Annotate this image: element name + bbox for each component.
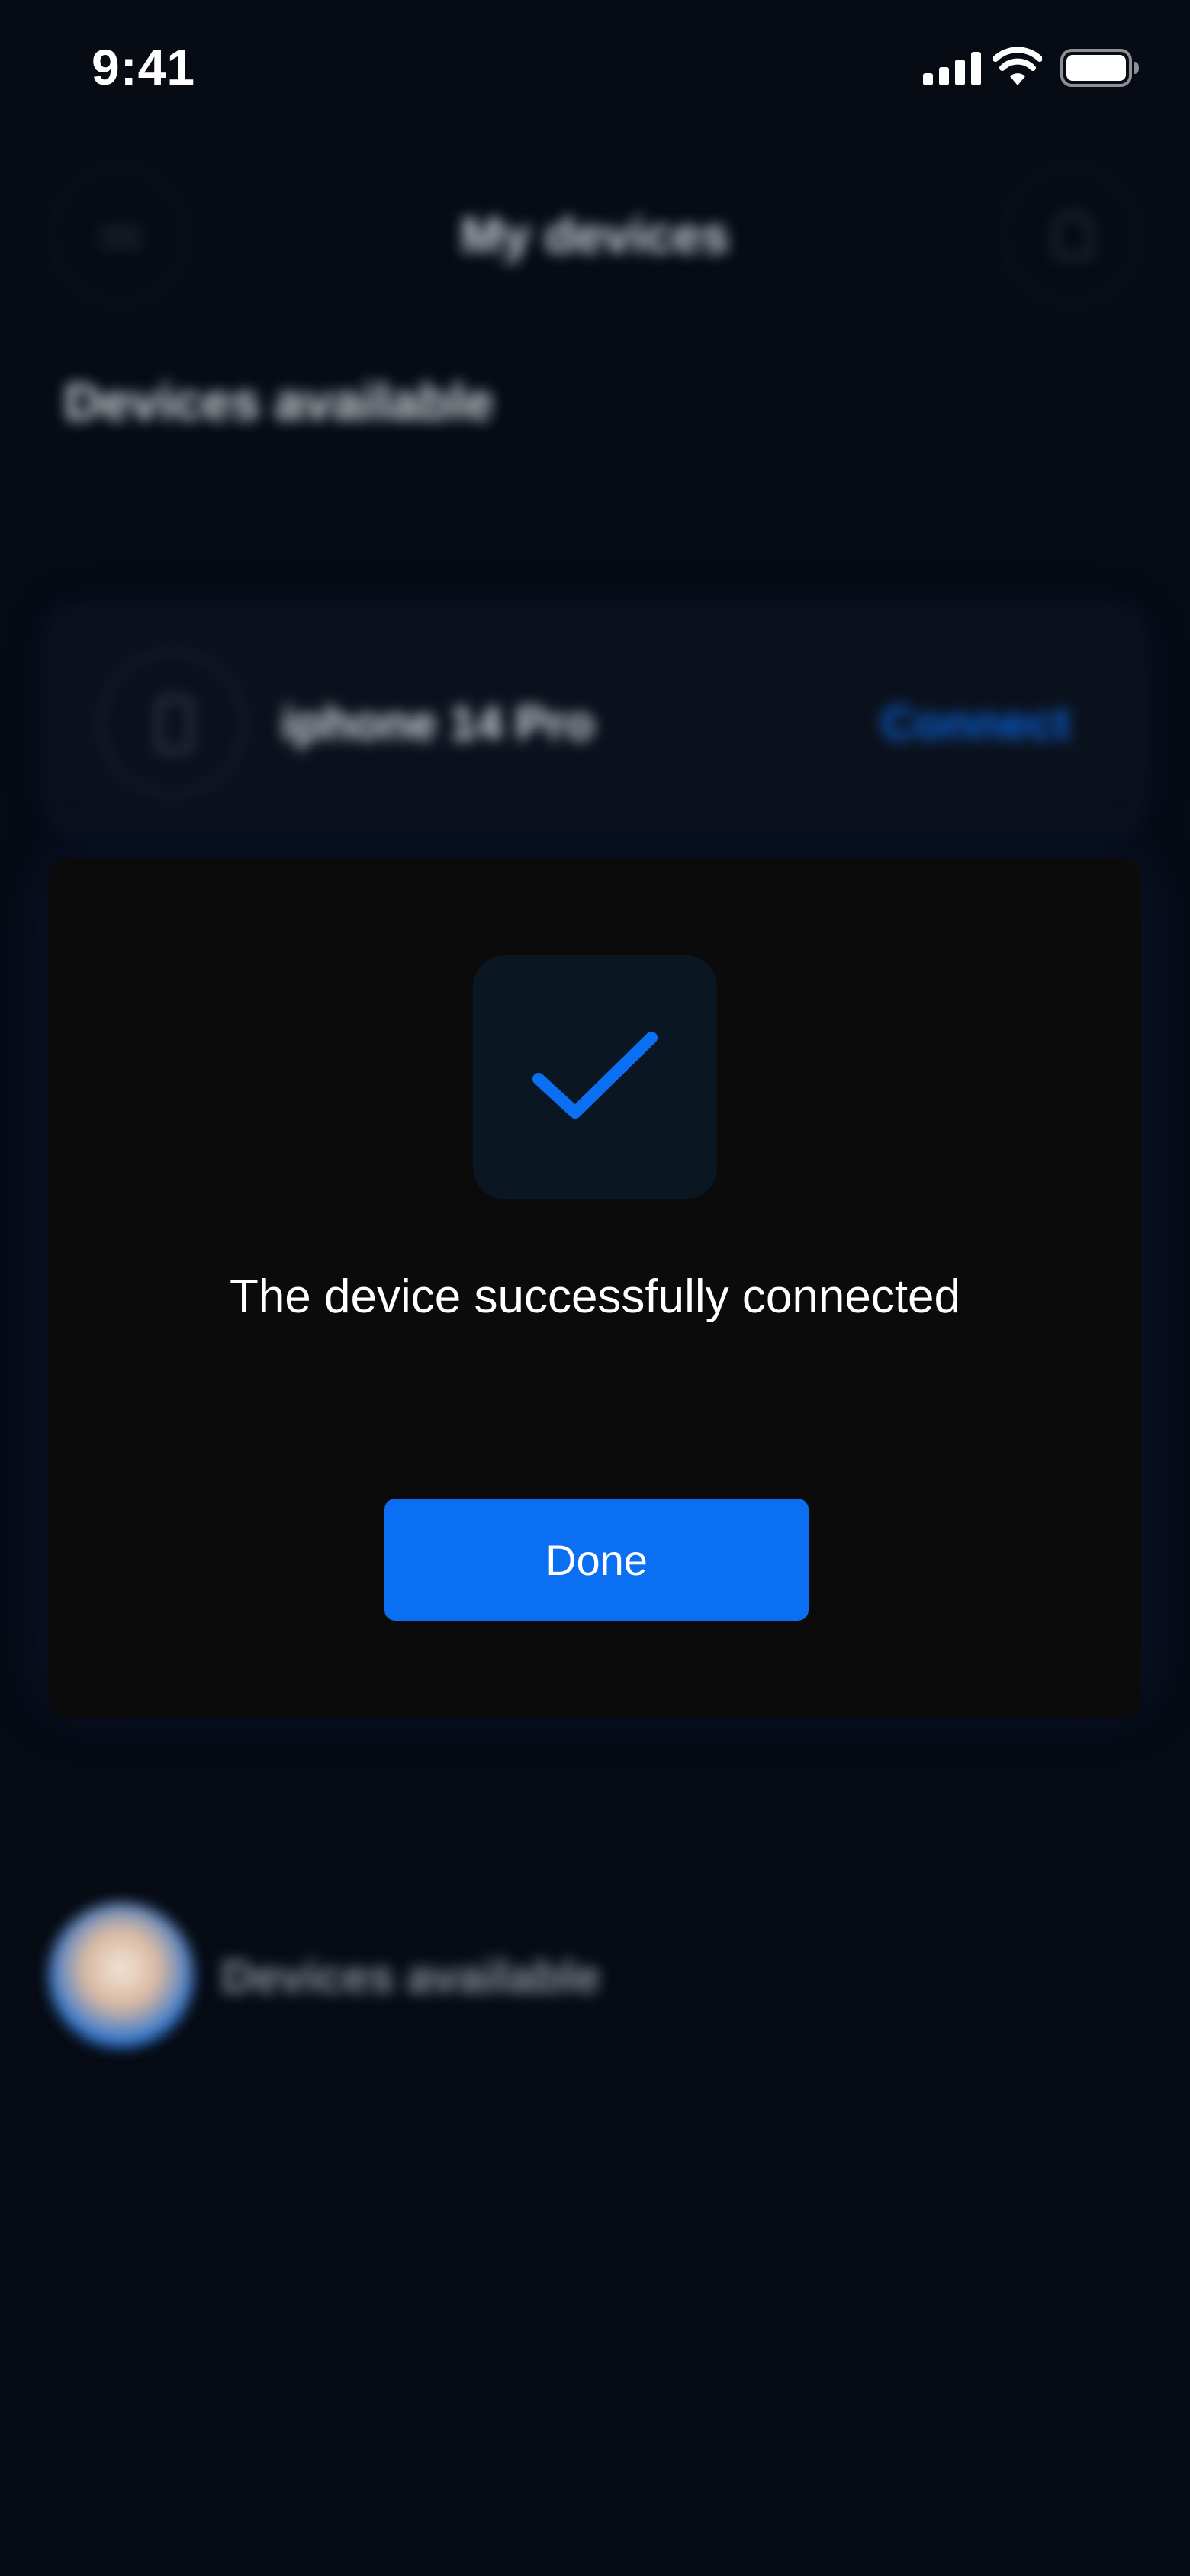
device-avatar	[100, 651, 245, 796]
battery-icon	[1060, 49, 1139, 87]
section-title: Devices available	[64, 373, 494, 431]
success-dialog: The device successfully connected Done	[49, 858, 1141, 1718]
checkmark-icon	[532, 1032, 658, 1119]
footer-label: Devices available	[221, 1951, 601, 2002]
connect-button[interactable]: Connect	[881, 697, 1070, 751]
success-icon-tile	[473, 955, 717, 1199]
status-bar: 9:41	[0, 0, 1190, 137]
cellular-signal-icon	[923, 52, 981, 85]
notifications-button[interactable]	[1002, 166, 1140, 304]
status-time: 9:41	[92, 39, 196, 95]
page-title: My devices	[460, 207, 730, 263]
device-connected-screen: 9:41 My devices Devices available iphone…	[0, 0, 1190, 2576]
bell-icon	[1053, 211, 1093, 259]
menu-icon	[100, 228, 143, 246]
avatar[interactable]	[49, 1903, 194, 2048]
device-card: iphone 14 Pro Connect	[50, 610, 1141, 832]
menu-button[interactable]	[50, 166, 188, 304]
phone-icon	[156, 697, 193, 753]
success-message: The device successfully connected	[229, 1270, 961, 1323]
device-name: iphone 14 Pro	[281, 697, 594, 750]
wifi-icon	[993, 47, 1042, 85]
done-button[interactable]: Done	[384, 1499, 809, 1621]
